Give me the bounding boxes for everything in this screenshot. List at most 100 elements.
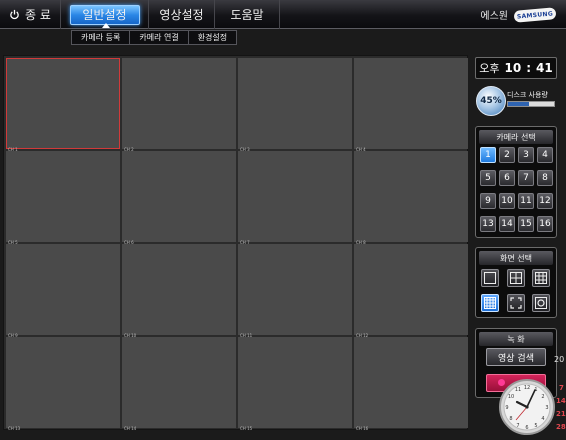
camera-view-cell[interactable] — [6, 244, 120, 335]
camera-select-button[interactable]: 15 — [518, 216, 534, 232]
svg-text:10: 10 — [508, 394, 514, 400]
submenu-camera-connect[interactable]: 카메라 연결 — [130, 31, 189, 44]
layout-quad-icon — [510, 272, 522, 284]
top-menu-bar: 종 료 일반설정 영상설정 도움말 에스원 SAMSUNG — [0, 0, 566, 29]
svg-text:7: 7 — [516, 423, 519, 429]
camera-select-panel: 카메라 선택 1 2 3 4 5 6 7 8 9 10 11 12 13 14 15 16 — [475, 126, 557, 238]
sequence-view-button[interactable] — [532, 294, 550, 312]
menu-help-label: 도움말 — [230, 8, 264, 22]
camera-select-button[interactable]: 3 — [518, 147, 534, 163]
camera-view-cell[interactable] — [238, 151, 352, 242]
brand: 에스원 SAMSUNG — [480, 6, 557, 23]
screen-select-panel: 화면 선택 — [475, 247, 557, 318]
camera-channel-label: CH 13 — [8, 426, 21, 431]
camera-view-cell[interactable] — [238, 58, 352, 149]
svg-text:2: 2 — [541, 394, 544, 400]
svg-text:5: 5 — [534, 423, 537, 429]
digital-clock: 오후 10 : 41 — [475, 57, 557, 79]
calendar-edge-red-21: 21 — [556, 410, 566, 418]
analog-clock-widget[interactable]: 12369 1245 781011 — [498, 378, 556, 436]
samsung-logo: SAMSUNG — [513, 6, 557, 23]
camera-view-cell[interactable] — [6, 58, 120, 149]
camera-select-button[interactable]: 7 — [518, 170, 534, 186]
camera-select-button[interactable]: 2 — [499, 147, 515, 163]
camera-view-cell[interactable] — [122, 151, 236, 242]
menu-video-settings-label: 영상설정 — [159, 8, 204, 22]
svg-text:4: 4 — [541, 416, 544, 422]
clock-colon: : — [526, 61, 532, 75]
camera-select-button[interactable]: 6 — [499, 170, 515, 186]
camera-view-cell[interactable] — [354, 337, 468, 428]
camera-select-title: 카메라 선택 — [479, 130, 553, 144]
submenu: 카메라 등록 카메라 연결 환경설정 — [71, 30, 238, 45]
disk-usage: 45% 디스크 사용량 — [475, 86, 557, 116]
calendar-edge-red-28: 28 — [556, 423, 566, 431]
layout-nine-icon — [535, 272, 547, 284]
camera-view-cell[interactable] — [238, 337, 352, 428]
camera-view-cell[interactable] — [122, 244, 236, 335]
camera-grid: CH 1 CH 2 CH 3 CH 4 CH 5 CH 6 CH 7 CH 8 CH 9 CH 1… — [3, 55, 468, 431]
camera-select-button[interactable]: 16 — [537, 216, 553, 232]
exit-label: 종 료 — [25, 8, 51, 22]
camera-view-cell[interactable] — [238, 244, 352, 335]
disk-usage-percent: 45% — [476, 86, 506, 116]
menu-general-settings-label: 일반설정 — [82, 8, 127, 22]
camera-view-cell[interactable] — [354, 244, 468, 335]
camera-view-cell[interactable] — [122, 58, 236, 149]
camera-view-cell[interactable] — [354, 151, 468, 242]
camera-select-button[interactable]: 1 — [480, 147, 496, 163]
camera-select-button[interactable]: 9 — [480, 193, 496, 209]
clock-ampm: 오후 — [479, 62, 500, 75]
camera-channel-label: CH 15 — [240, 426, 253, 431]
camera-select-button[interactable]: 11 — [518, 193, 534, 209]
svg-text:11: 11 — [515, 387, 521, 393]
layout-4x4-button[interactable] — [481, 294, 499, 312]
svg-text:6: 6 — [525, 425, 528, 431]
disk-usage-label: 디스크 사용량 — [507, 91, 548, 99]
exit-button[interactable]: 종 료 — [0, 0, 60, 29]
camera-select-button[interactable]: 5 — [480, 170, 496, 186]
brand-name: 에스원 — [480, 11, 508, 22]
layout-1x1-button[interactable] — [481, 269, 499, 287]
camera-select-button[interactable]: 4 — [537, 147, 553, 163]
calendar-edge-number: 20 — [554, 355, 565, 364]
camera-view-cell[interactable] — [6, 151, 120, 242]
submenu-environment-settings[interactable]: 환경설정 — [189, 31, 236, 44]
calendar-edge-red-14: 14 — [556, 397, 566, 405]
camera-select-button[interactable]: 10 — [499, 193, 515, 209]
camera-select-button[interactable]: 8 — [537, 170, 553, 186]
layout-single-icon — [484, 272, 496, 284]
svg-text:9: 9 — [505, 405, 508, 411]
layout-3x3-button[interactable] — [532, 269, 550, 287]
layout-sixteen-icon — [484, 297, 496, 309]
camera-channel-label: CH 14 — [124, 426, 137, 431]
submenu-camera-register[interactable]: 카메라 등록 — [72, 31, 131, 44]
submenu-caret-icon — [102, 23, 110, 28]
calendar-edge-red-7: 7 — [559, 384, 564, 392]
camera-view-cell[interactable] — [122, 337, 236, 428]
disk-usage-fill — [508, 102, 529, 106]
layout-2x2-button[interactable] — [507, 269, 525, 287]
camera-select-button[interactable]: 12 — [537, 193, 553, 209]
svg-text:12: 12 — [524, 385, 530, 391]
camera-view-cell[interactable] — [354, 58, 468, 149]
menu-video-settings[interactable]: 영상설정 — [148, 0, 214, 29]
screen-select-title: 화면 선택 — [479, 251, 553, 265]
menu-general-settings-active: 일반설정 — [69, 4, 140, 25]
power-icon — [10, 9, 19, 20]
recording-title: 녹 화 — [479, 332, 553, 346]
fullscreen-icon — [510, 297, 522, 309]
camera-view-cell[interactable] — [6, 337, 120, 428]
camera-select-button[interactable]: 14 — [499, 216, 515, 232]
fullscreen-button[interactable] — [507, 294, 525, 312]
menu-help[interactable]: 도움말 — [214, 0, 280, 29]
camera-select-button[interactable]: 13 — [480, 216, 496, 232]
rotate-icon — [535, 297, 547, 309]
camera-channel-label: CH 16 — [356, 426, 369, 431]
clock-minute: 41 — [536, 61, 553, 75]
clock-hour: 10 — [504, 61, 522, 75]
svg-text:8: 8 — [509, 416, 512, 422]
svg-text:3: 3 — [545, 405, 548, 411]
disk-usage-bar — [507, 101, 555, 107]
video-search-button[interactable]: 영상 검색 — [486, 348, 546, 366]
